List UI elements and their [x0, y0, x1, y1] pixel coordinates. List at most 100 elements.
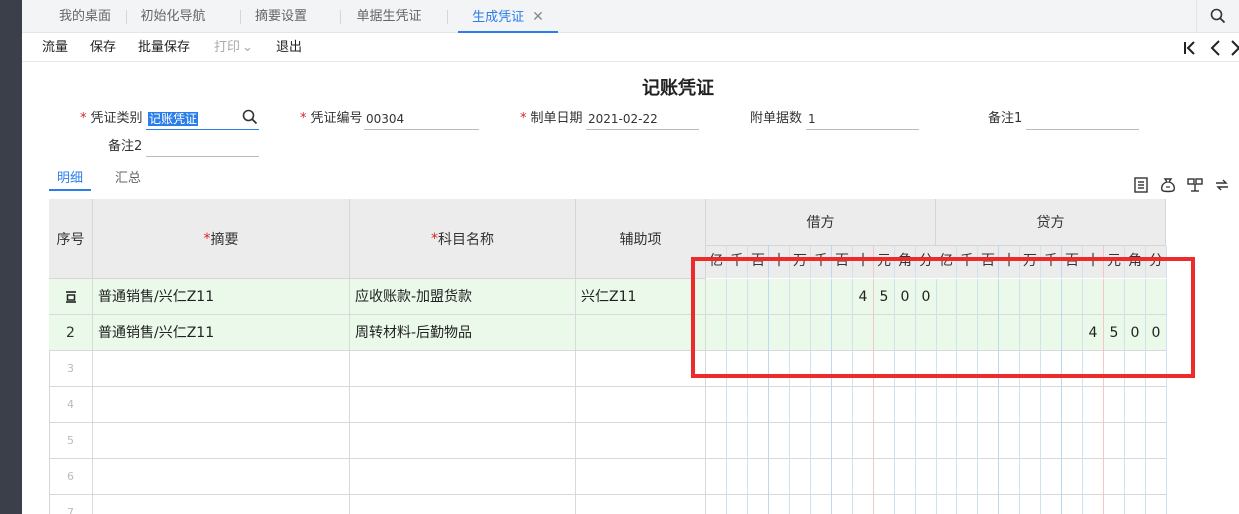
- debit-digit-cell[interactable]: [790, 387, 811, 423]
- credit-digit-cell[interactable]: [1020, 423, 1041, 459]
- aux-cell[interactable]: [576, 495, 706, 514]
- money-bag-icon[interactable]: [1159, 176, 1177, 194]
- debit-digit-cell[interactable]: [727, 423, 748, 459]
- debit-digit-cell[interactable]: [832, 459, 853, 495]
- account-cell[interactable]: [350, 459, 576, 495]
- debit-digit-cell[interactable]: [874, 459, 895, 495]
- tab-init-nav[interactable]: 初始化导航: [137, 0, 209, 32]
- debit-digit-cell[interactable]: [811, 495, 832, 514]
- credit-digit-cell[interactable]: [1083, 423, 1104, 459]
- print-button[interactable]: 打印 ⌄: [214, 33, 253, 62]
- debit-digit-cell[interactable]: [727, 495, 748, 514]
- table-row[interactable]: 5: [49, 423, 1167, 459]
- credit-digit-cell[interactable]: [978, 423, 999, 459]
- credit-digit-cell[interactable]: [1146, 459, 1167, 495]
- debit-digit-cell[interactable]: [895, 459, 916, 495]
- debit-digit-cell[interactable]: [706, 387, 727, 423]
- credit-digit-cell[interactable]: [1104, 459, 1125, 495]
- account-cell[interactable]: [350, 495, 576, 514]
- credit-digit-cell[interactable]: [957, 495, 978, 514]
- debit-digit-cell[interactable]: [706, 495, 727, 514]
- summary-cell[interactable]: 普通销售/兴仁Z11: [93, 315, 350, 351]
- debit-digit-cell[interactable]: [853, 495, 874, 514]
- debit-digit-cell[interactable]: [790, 423, 811, 459]
- debit-digit-cell[interactable]: [916, 459, 937, 495]
- debit-digit-cell[interactable]: [769, 423, 790, 459]
- credit-digit-cell[interactable]: [936, 387, 957, 423]
- summary-cell[interactable]: 普通销售/兴仁Z11: [93, 279, 350, 315]
- tab-my-desktop[interactable]: 我的桌面: [56, 0, 114, 32]
- credit-digit-cell[interactable]: [999, 387, 1020, 423]
- summary-cell[interactable]: [93, 495, 350, 514]
- credit-digit-cell[interactable]: [1041, 459, 1062, 495]
- tab-detail[interactable]: 明细: [48, 167, 92, 191]
- credit-digit-cell[interactable]: [1146, 495, 1167, 514]
- credit-digit-cell[interactable]: [957, 423, 978, 459]
- debit-digit-cell[interactable]: [895, 495, 916, 514]
- tab-summary[interactable]: 汇总: [115, 167, 141, 191]
- summary-cell[interactable]: [93, 351, 350, 387]
- tab-bill-to-voucher[interactable]: 单据生凭证: [353, 0, 425, 32]
- account-cell[interactable]: 周转材料-后勤物品: [350, 315, 576, 351]
- debit-digit-cell[interactable]: [853, 459, 874, 495]
- debit-digit-cell[interactable]: [895, 423, 916, 459]
- search-button[interactable]: [1196, 0, 1239, 32]
- debit-digit-cell[interactable]: [727, 387, 748, 423]
- debit-digit-cell[interactable]: [916, 495, 937, 514]
- next-page-icon[interactable]: [1228, 37, 1239, 59]
- credit-digit-cell[interactable]: [978, 495, 999, 514]
- credit-digit-cell[interactable]: [936, 459, 957, 495]
- debit-digit-cell[interactable]: [895, 387, 916, 423]
- credit-digit-cell[interactable]: [1125, 423, 1146, 459]
- debit-digit-cell[interactable]: [811, 459, 832, 495]
- debit-digit-cell[interactable]: [706, 423, 727, 459]
- debit-digit-cell[interactable]: [748, 387, 769, 423]
- credit-digit-cell[interactable]: [1020, 459, 1041, 495]
- credit-digit-cell[interactable]: [1041, 387, 1062, 423]
- table-row[interactable]: 7: [49, 495, 1167, 514]
- row-edit-icon[interactable]: [64, 290, 78, 304]
- aux-cell[interactable]: 兴仁Z11: [576, 279, 706, 315]
- debit-digit-cell[interactable]: [748, 423, 769, 459]
- insert-row-icon[interactable]: [1132, 176, 1150, 194]
- debit-digit-cell[interactable]: [832, 387, 853, 423]
- debit-digit-cell[interactable]: [874, 495, 895, 514]
- credit-digit-cell[interactable]: [999, 459, 1020, 495]
- summary-cell[interactable]: [93, 459, 350, 495]
- tab-generate-voucher[interactable]: 生成凭证 ✕: [458, 0, 558, 33]
- debit-digit-cell[interactable]: [874, 387, 895, 423]
- debit-digit-cell[interactable]: [706, 459, 727, 495]
- credit-digit-cell[interactable]: [1041, 495, 1062, 514]
- credit-digit-cell[interactable]: [1125, 459, 1146, 495]
- debit-digit-cell[interactable]: [811, 387, 832, 423]
- date-input[interactable]: 2021-02-22: [586, 110, 699, 130]
- credit-digit-cell[interactable]: [999, 495, 1020, 514]
- credit-digit-cell[interactable]: [1041, 423, 1062, 459]
- remark2-input[interactable]: [146, 137, 259, 157]
- credit-digit-cell[interactable]: [1146, 387, 1167, 423]
- summary-cell[interactable]: [93, 423, 350, 459]
- debit-digit-cell[interactable]: [832, 495, 853, 514]
- debit-digit-cell[interactable]: [769, 495, 790, 514]
- credit-digit-cell[interactable]: [1125, 387, 1146, 423]
- close-icon[interactable]: ✕: [532, 9, 544, 25]
- tab-summary-settings[interactable]: 摘要设置: [251, 0, 311, 32]
- credit-digit-cell[interactable]: [936, 495, 957, 514]
- credit-digit-cell[interactable]: [1104, 423, 1125, 459]
- credit-digit-cell[interactable]: [978, 459, 999, 495]
- voucher-no-input[interactable]: 00304: [364, 110, 479, 130]
- account-cell[interactable]: 应收账款-加盟货款: [350, 279, 576, 315]
- remark1-input[interactable]: [1026, 110, 1139, 130]
- prev-page-icon[interactable]: [1206, 37, 1226, 59]
- debit-digit-cell[interactable]: [916, 387, 937, 423]
- credit-digit-cell[interactable]: [999, 423, 1020, 459]
- credit-digit-cell[interactable]: [1062, 387, 1083, 423]
- credit-digit-cell[interactable]: [1083, 459, 1104, 495]
- summary-cell[interactable]: [93, 387, 350, 423]
- credit-digit-cell[interactable]: [1146, 423, 1167, 459]
- debit-digit-cell[interactable]: [790, 495, 811, 514]
- credit-digit-cell[interactable]: [1062, 459, 1083, 495]
- save-button[interactable]: 保存: [90, 33, 116, 62]
- debit-digit-cell[interactable]: [811, 423, 832, 459]
- credit-digit-cell[interactable]: [1104, 495, 1125, 514]
